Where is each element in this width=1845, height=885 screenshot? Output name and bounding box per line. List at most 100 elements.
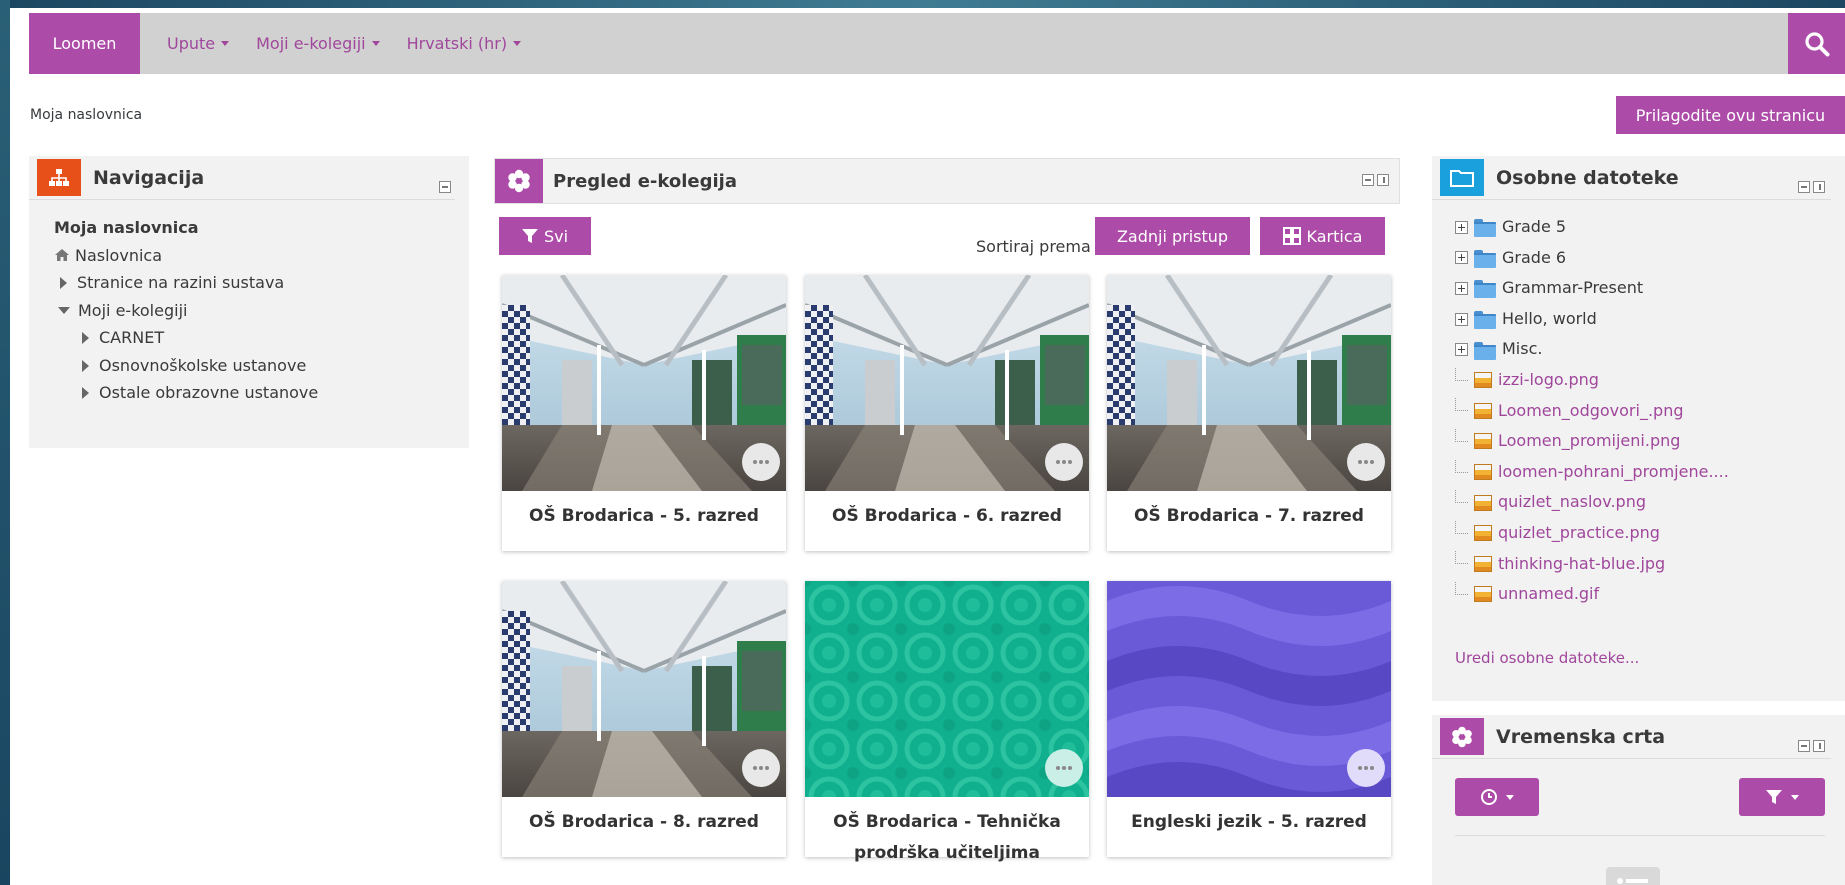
collapse-block-icon[interactable] [439,181,451,193]
folder-item[interactable]: Grammar-Present [1455,273,1845,304]
course-card[interactable]: OŠ Brodarica - 7. razred [1107,275,1391,551]
nav-tree-home[interactable]: Naslovnica [54,242,469,270]
folder-icon [1474,341,1496,360]
search-button[interactable] [1788,13,1845,74]
file-link[interactable]: loomen-pohrani_promjene.... [1498,457,1729,488]
home-icon [55,248,69,261]
snowflake-icon [1440,718,1484,755]
timeline-date-filter-button[interactable] [1455,778,1539,816]
nav-menu-upute[interactable]: Upute [167,34,230,53]
folder-item[interactable]: Hello, world [1455,304,1845,335]
dock-block-icon[interactable] [1813,740,1825,752]
folder-item[interactable]: Grade 5 [1455,212,1845,243]
course-name[interactable]: OŠ Brodarica - 7. razred [1107,501,1391,532]
nav-tree-other-institutions[interactable]: Ostale obrazovne ustanove [82,379,469,407]
course-card[interactable]: OŠ Brodarica - 8. razred [502,581,786,857]
brand-link[interactable]: Loomen [29,13,140,74]
caret-down-icon [1506,794,1514,800]
file-item[interactable]: loomen-pohrani_promjene.... [1455,457,1845,488]
expand-icon[interactable] [1455,251,1468,265]
sitemap-icon [37,159,81,196]
file-item[interactable]: izzi-logo.png [1455,365,1845,396]
filter-icon [521,229,538,243]
empty-state-icon [1606,867,1660,885]
nav-tree-site-pages[interactable]: Stranice na razini sustava [60,269,469,297]
tree-branch [1455,581,1468,595]
file-link[interactable]: quizlet_practice.png [1498,518,1660,549]
course-image [805,275,1089,491]
more-options-button[interactable] [1045,749,1083,787]
timeline-sort-filter-button[interactable] [1739,778,1825,816]
file-link[interactable]: quizlet_naslov.png [1498,487,1646,518]
collapse-block-icon[interactable] [1798,740,1810,752]
course-card[interactable]: Engleski jezik - 5. razred [1107,581,1391,857]
file-link[interactable]: unnamed.gif [1498,579,1599,610]
file-item[interactable]: Loomen_odgovori_.png [1455,396,1845,427]
file-item[interactable]: quizlet_practice.png [1455,518,1845,549]
nav-tree-label: Ostale obrazovne ustanove [99,383,319,402]
course-card[interactable]: OŠ Brodarica - 5. razred [502,275,786,551]
file-item[interactable]: Loomen_promijeni.png [1455,426,1845,457]
more-options-button[interactable] [742,443,780,481]
block-controls [439,181,451,193]
expand-icon[interactable] [1455,281,1468,295]
caret-down-icon [513,41,522,46]
folder-name: Grammar-Present [1502,278,1644,298]
course-name[interactable]: OŠ Brodarica - 6. razred [805,501,1089,532]
filter-all-button[interactable]: Svi [499,217,591,255]
block-title: Osobne datoteke [1496,166,1679,189]
expand-icon[interactable] [1455,343,1468,357]
view-dropdown[interactable]: Kartica [1260,217,1385,255]
course-card[interactable]: OŠ Brodarica - Tehnička prodrška učitelj… [805,581,1089,863]
sort-label: Sortiraj prema [976,237,1091,256]
file-item[interactable]: quizlet_naslov.png [1455,487,1845,518]
more-options-button[interactable] [1347,443,1385,481]
course-overview-header: Pregled e-kolegija [494,158,1400,204]
image-file-icon [1474,372,1492,389]
customize-page-button[interactable]: Prilagodite ovu stranicu [1616,96,1845,134]
nav-menu-language[interactable]: Hrvatski (hr) [407,34,522,53]
dock-block-icon[interactable] [1377,174,1389,186]
nav-tree-my-courses[interactable]: Moji e-kolegiji [58,297,469,325]
more-options-button[interactable] [742,749,780,787]
image-file-icon [1474,525,1492,542]
nav-tree-root[interactable]: Moja naslovnica [54,214,469,242]
folder-item[interactable]: Grade 6 [1455,243,1845,274]
expand-icon[interactable] [1455,312,1468,326]
navigation-tree: Moja naslovnica Naslovnica Stranice na r… [29,200,469,407]
nav-tree-carnet[interactable]: CARNET [82,324,469,352]
tree-branch [1455,520,1468,534]
block-controls [1798,740,1825,752]
collapse-block-icon[interactable] [1798,181,1810,193]
more-options-button[interactable] [1347,749,1385,787]
file-item[interactable]: unnamed.gif [1455,579,1845,610]
snowflake-icon [495,159,543,203]
more-options-button[interactable] [1045,443,1083,481]
nav-tree-primary-schools[interactable]: Osnovnoškolske ustanove [82,352,469,380]
nav-menu-label: Upute [167,34,216,53]
course-name[interactable]: OŠ Brodarica - 5. razred [502,501,786,532]
dock-block-icon[interactable] [1813,181,1825,193]
tree-branch [1455,551,1468,565]
file-link[interactable]: Loomen_odgovori_.png [1498,396,1684,427]
navigation-block: Navigacija Moja naslovnica Naslovnica St… [29,156,469,448]
course-card[interactable]: OŠ Brodarica - 6. razred [805,275,1089,551]
file-link[interactable]: thinking-hat-blue.jpg [1498,549,1665,580]
collapse-block-icon[interactable] [1362,174,1374,186]
expand-icon [82,332,89,344]
course-name[interactable]: Engleski jezik - 5. razred [1107,807,1391,838]
file-link[interactable]: Loomen_promijeni.png [1498,426,1680,457]
block-header: Vremenska crta [1432,715,1831,759]
nav-tree-home-label: Naslovnica [75,245,162,265]
block-title: Navigacija [93,166,205,189]
sort-dropdown[interactable]: Zadnji pristup [1095,217,1250,255]
nav-menu-my-courses[interactable]: Moji e-kolegiji [256,34,380,53]
course-name[interactable]: OŠ Brodarica - Tehnička prodrška učitelj… [805,807,1089,869]
course-name[interactable]: OŠ Brodarica - 8. razred [502,807,786,838]
expand-icon[interactable] [1455,220,1468,234]
edit-private-files-link[interactable]: Uredi osobne datoteke... [1455,649,1639,667]
timeline-block: Vremenska crta [1432,715,1845,885]
file-link[interactable]: izzi-logo.png [1498,365,1599,396]
file-item[interactable]: thinking-hat-blue.jpg [1455,549,1845,580]
folder-item[interactable]: Misc. [1455,334,1845,365]
